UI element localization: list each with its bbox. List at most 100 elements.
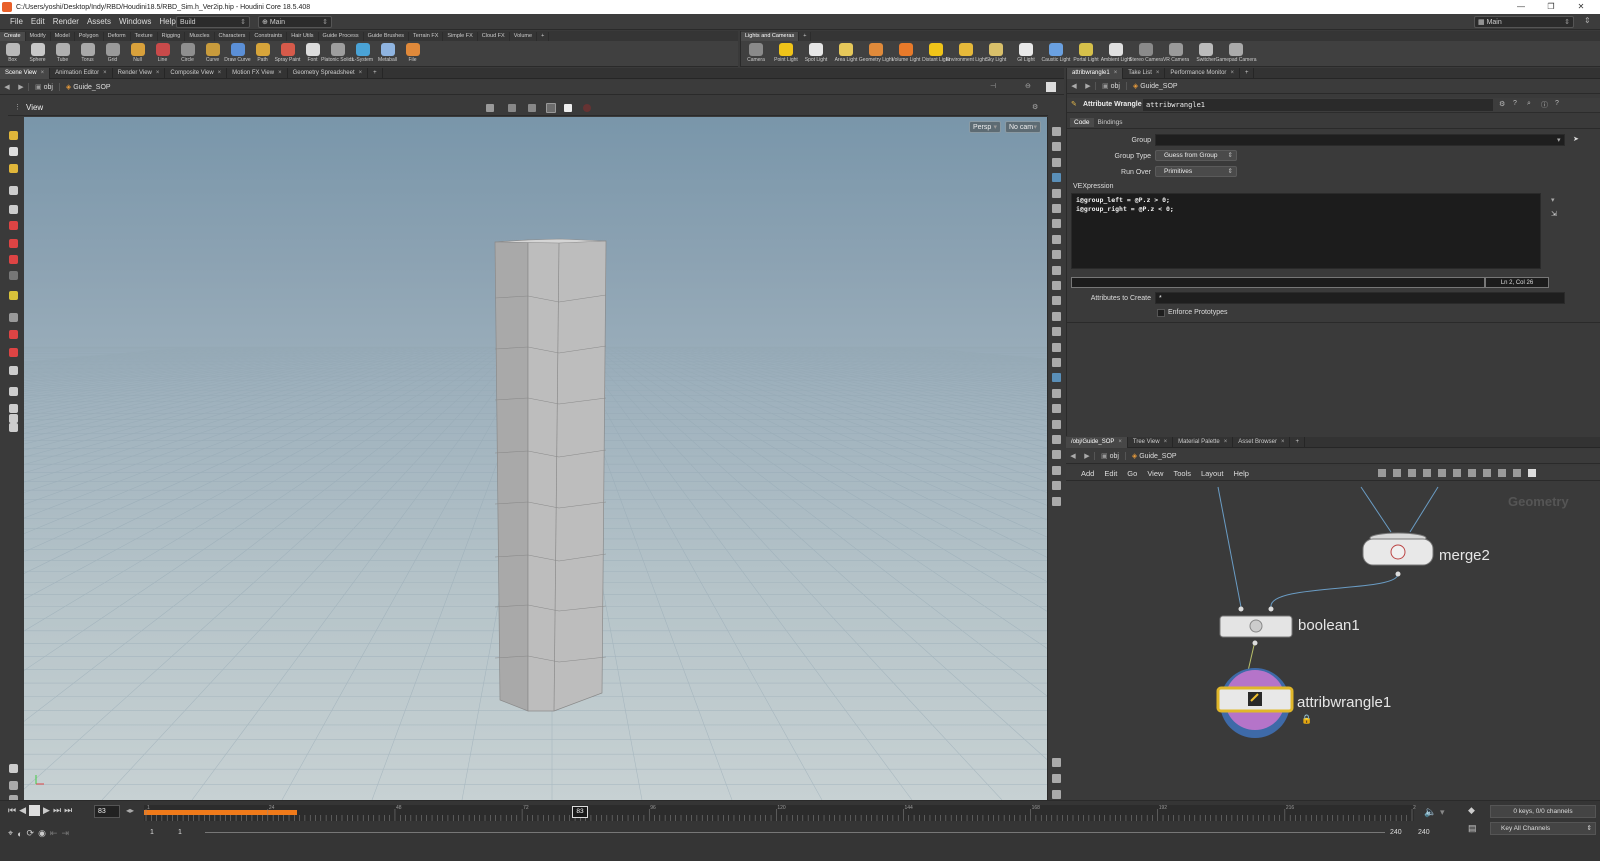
chevron-down-icon[interactable]: ▾	[1440, 807, 1445, 818]
shelf-tab[interactable]: Lights and Cameras	[741, 32, 800, 41]
clone-icon[interactable]	[9, 291, 18, 300]
shelf-tab[interactable]: Terrain FX	[409, 32, 444, 41]
stack-icon[interactable]	[1052, 774, 1061, 783]
range-start-field[interactable]: 1	[178, 829, 182, 836]
close-icon[interactable]: ×	[103, 70, 107, 76]
pane-tab[interactable]: Asset Browser ×	[1233, 436, 1291, 448]
shelf-tab[interactable]: Create	[0, 32, 26, 41]
close-icon[interactable]: ×	[359, 70, 363, 76]
shelf-tool-button[interactable]: Draw Curve	[224, 41, 251, 66]
arrow-select-icon[interactable]: ➤	[1573, 135, 1579, 143]
network-menu-item[interactable]: Layout	[1196, 469, 1229, 478]
node-boolean1[interactable]	[1219, 606, 1293, 646]
pane-tab[interactable]: Composite View ×	[165, 67, 228, 79]
scene-viewport[interactable]: Persp ▾ No cam ▾	[24, 117, 1047, 800]
light-point-icon[interactable]	[1052, 219, 1061, 229]
pose-icon[interactable]	[9, 255, 18, 264]
brush-icon[interactable]	[9, 271, 18, 280]
lock-icon[interactable]	[9, 205, 18, 214]
add-tab-icon[interactable]: +	[1290, 436, 1305, 448]
pin-icon[interactable]: ⊣	[990, 82, 996, 90]
menu-file[interactable]: File	[6, 14, 27, 30]
add-shelf-tab-icon[interactable]: +	[799, 32, 812, 41]
close-icon[interactable]: ×	[1156, 70, 1160, 76]
close-icon[interactable]: ×	[41, 70, 45, 76]
shelf-tool-button[interactable]: Geometry Light	[859, 41, 893, 66]
shelf-tool-button[interactable]: Stereo Camera	[1129, 41, 1163, 66]
shelf-tab[interactable]: Polygon	[75, 32, 104, 41]
start-frame-field[interactable]: 1	[150, 829, 154, 836]
select-icon[interactable]	[9, 186, 18, 195]
shelf-tab[interactable]: Hair Utils	[287, 32, 319, 41]
shelf-tool-button[interactable]: File	[400, 41, 425, 66]
shelf-tool-button[interactable]: Line	[150, 41, 175, 66]
keys-channels-status[interactable]: 0 keys, 0/0 channels	[1490, 805, 1596, 818]
pane-tab[interactable]: /obj/Guide_SOP ×	[1066, 436, 1128, 448]
brush-icon[interactable]	[1052, 327, 1061, 337]
shelf-tool-button[interactable]: Caustic Light	[1041, 41, 1071, 66]
zoom-icon[interactable]	[1513, 469, 1521, 477]
node-merge2[interactable]	[1362, 532, 1434, 577]
node-attribwrangle1[interactable]	[1216, 668, 1294, 738]
shelf-tool-button[interactable]: Camera	[741, 41, 771, 66]
viewport-menu-icon[interactable]: ⋮	[14, 103, 21, 111]
add-tab-icon[interactable]: +	[1240, 67, 1255, 79]
path-guide-sop[interactable]: ◈ Guide_SOP	[1125, 82, 1184, 90]
menu-assets[interactable]: Assets	[83, 14, 115, 30]
run-over-menu[interactable]: Primitives ⇕	[1155, 166, 1237, 177]
shelf-tool-button[interactable]: Path	[250, 41, 275, 66]
mask-icon[interactable]	[9, 414, 18, 423]
menu-render[interactable]: Render	[49, 14, 83, 30]
shelf-tab[interactable]: Texture	[131, 32, 158, 41]
range-end-icon[interactable]: ⇥	[61, 828, 69, 839]
close-icon[interactable]: ×	[1224, 439, 1228, 445]
chevron-down-icon[interactable]: ⇕	[1584, 16, 1591, 25]
camera-icon[interactable]	[486, 104, 494, 112]
network-menu-item[interactable]: Tools	[1168, 469, 1196, 478]
pane-tab[interactable]: Performance Monitor ×	[1165, 67, 1240, 79]
brush-select-icon[interactable]	[9, 764, 18, 773]
pane-toggle-icon[interactable]	[1528, 469, 1536, 477]
record-icon[interactable]	[583, 104, 591, 112]
play-icon[interactable]: ▶	[43, 805, 50, 816]
shelf-tool-button[interactable]: Grid	[100, 41, 125, 66]
pane-tab[interactable]: Render View ×	[113, 67, 166, 79]
minimize-button[interactable]: —	[1508, 0, 1534, 14]
wrench-icon[interactable]	[1378, 469, 1386, 477]
lighting-icon[interactable]	[528, 104, 536, 112]
menu-edit[interactable]: Edit	[27, 14, 49, 30]
square-icon[interactable]	[1052, 790, 1061, 799]
step-back-icon[interactable]: ◀	[19, 805, 26, 816]
pane-tab[interactable]: Scene View ×	[0, 67, 51, 79]
dot-icon[interactable]	[1052, 311, 1061, 321]
shelf-tool-button[interactable]: Curve	[200, 41, 225, 66]
current-frame-field[interactable]: 83	[94, 805, 120, 818]
magnet-icon[interactable]	[9, 330, 18, 339]
maximize-button[interactable]: ❐	[1538, 0, 1564, 14]
sound-icon[interactable]: ◐	[17, 829, 22, 839]
forward-arrow-icon[interactable]: ▶	[1080, 452, 1094, 460]
shelf-tool-button[interactable]: Ambient Light	[1101, 41, 1131, 66]
channel-list-icon[interactable]: ▤	[1468, 823, 1477, 834]
shelf-tab[interactable]: Cloud FX	[478, 32, 510, 41]
shelf-tab[interactable]: Constraints	[250, 32, 288, 41]
range-end-field[interactable]: 240	[1390, 829, 1402, 836]
close-icon[interactable]: ×	[1281, 439, 1285, 445]
handle-icon[interactable]	[1052, 373, 1061, 383]
pane-tab[interactable]: attribwrangle1 ×	[1067, 67, 1124, 79]
path-guide-sop[interactable]: ◈ Guide_SOP	[1124, 452, 1183, 460]
palette-icon[interactable]	[1498, 469, 1506, 477]
lock-icon[interactable]: 🔒	[1301, 714, 1312, 725]
stop-icon[interactable]	[29, 805, 41, 816]
pin-icon[interactable]	[1052, 234, 1061, 244]
shading-icon[interactable]	[564, 104, 572, 112]
shelf-tool-button[interactable]: Null	[125, 41, 150, 66]
back-arrow-icon[interactable]: ◀	[1066, 452, 1080, 460]
snap-grid-icon[interactable]	[9, 781, 18, 790]
node-name-field[interactable]: attribwrangle1	[1143, 99, 1493, 111]
key-all-channels-menu[interactable]: Key All Channels ⇕	[1490, 822, 1596, 835]
shelf-tool-button[interactable]: Sphere	[25, 41, 50, 66]
shelf-tool-button[interactable]: L-System	[350, 41, 375, 66]
range-start-icon[interactable]: ⇤	[50, 828, 58, 839]
playhead[interactable]: 83	[572, 806, 588, 818]
